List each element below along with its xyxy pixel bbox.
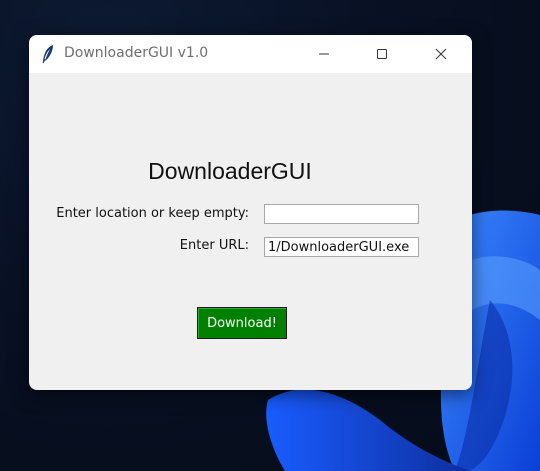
minimize-button[interactable]	[301, 35, 347, 73]
window-title: DownloaderGUI v1.0	[64, 45, 209, 61]
title-bar[interactable]: DownloaderGUI v1.0	[29, 35, 472, 73]
url-label: Enter URL:	[179, 238, 249, 253]
maximize-button[interactable]	[359, 35, 405, 73]
maximize-icon	[377, 49, 387, 59]
app-window: DownloaderGUI v1.0 DownloaderGUI Enter l…	[29, 35, 472, 390]
download-button[interactable]: Download!	[197, 307, 287, 339]
location-input[interactable]	[264, 204, 419, 224]
location-label: Enter location or keep empty:	[56, 206, 249, 221]
close-button[interactable]	[418, 35, 464, 73]
app-heading: DownloaderGUI	[148, 158, 312, 184]
close-icon	[435, 48, 447, 60]
url-input[interactable]: 1/DownloaderGUI.exe	[264, 237, 419, 257]
minimize-icon	[319, 53, 329, 55]
feather-icon	[42, 45, 53, 64]
window-content: DownloaderGUI Enter location or keep emp…	[29, 73, 472, 390]
